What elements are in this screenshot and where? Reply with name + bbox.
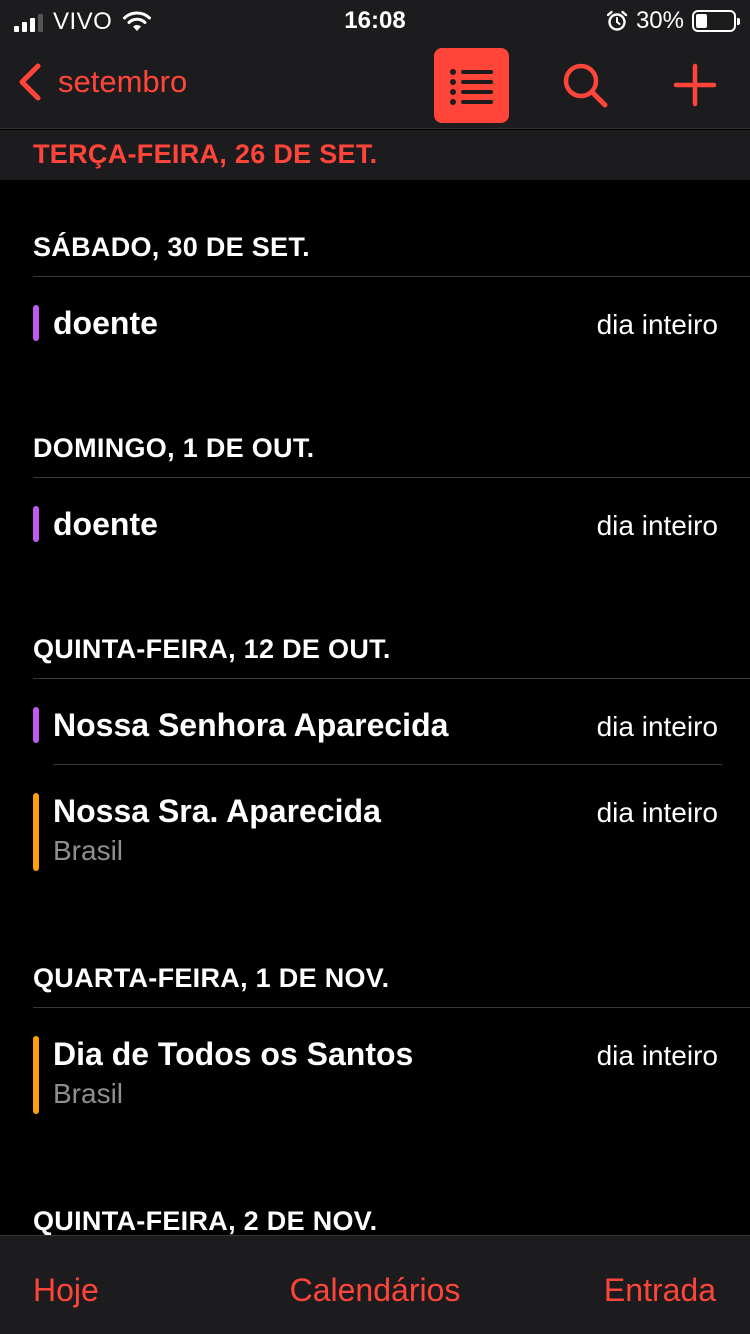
list-view-button[interactable] (434, 48, 509, 123)
event-time: dia inteiro (596, 1040, 718, 1071)
event-time: dia inteiro (596, 309, 718, 340)
calendar-color-bar (33, 305, 39, 341)
section-header: QUARTA-FEIRA, 1 DE NOV. (33, 963, 390, 993)
list-icon (449, 68, 493, 105)
back-button[interactable]: setembro (16, 62, 187, 102)
back-button-label: setembro (58, 64, 188, 99)
event-row[interactable]: Dia de Todos os Santos Brasil dia inteiro (33, 1036, 718, 1114)
event-time: dia inteiro (596, 711, 718, 742)
event-title: doente (53, 305, 158, 341)
alarm-icon (606, 10, 628, 31)
event-title: Nossa Sra. Aparecida (53, 793, 381, 829)
battery-fill (696, 14, 707, 28)
add-event-icon[interactable] (670, 60, 720, 110)
chevron-left-icon (19, 63, 41, 101)
event-title: Nossa Senhora Aparecida (53, 707, 449, 743)
event-row[interactable]: Nossa Senhora Aparecida dia inteiro (33, 707, 718, 743)
section-divider (33, 276, 750, 277)
current-date-header[interactable]: TERÇA-FEIRA, 26 DE SET. (0, 130, 750, 180)
tab-bar: Hoje Calendários Entrada (0, 1235, 750, 1334)
event-calendar-name: Brasil (53, 835, 124, 866)
section-header: SÁBADO, 30 DE SET. (33, 232, 310, 262)
current-date-label: TERÇA-FEIRA, 26 DE SET. (33, 139, 378, 169)
calendar-color-bar (33, 506, 39, 542)
event-title: Dia de Todos os Santos (53, 1036, 414, 1072)
status-right: 30% (606, 7, 740, 35)
inbox-button[interactable]: Entrada (604, 1272, 716, 1309)
event-row[interactable]: Nossa Sra. Aparecida Brasil dia inteiro (33, 793, 718, 871)
event-divider (53, 764, 722, 765)
event-time: dia inteiro (596, 510, 718, 541)
section-header: DOMINGO, 1 DE OUT. (33, 433, 315, 463)
section-divider (33, 1007, 750, 1008)
section-divider (33, 678, 750, 679)
event-time: dia inteiro (596, 797, 718, 828)
search-icon[interactable] (560, 60, 610, 110)
calendar-color-bar (33, 1036, 39, 1114)
section-header: QUINTA-FEIRA, 12 DE OUT. (33, 634, 391, 664)
status-bar: VIVO 16:08 30% (0, 0, 750, 40)
event-row[interactable]: doente dia inteiro (33, 506, 718, 542)
section-header: QUINTA-FEIRA, 2 DE NOV. (33, 1206, 378, 1235)
section-divider (33, 477, 750, 478)
battery-percent: 30% (635, 7, 684, 34)
battery-icon (692, 10, 740, 32)
navigation-bar: setembro (0, 40, 750, 129)
event-calendar-name: Brasil (53, 1078, 124, 1109)
calendar-color-bar (33, 707, 39, 743)
event-title: doente (53, 506, 158, 542)
calendar-color-bar (33, 793, 39, 871)
event-row[interactable]: doente dia inteiro (33, 305, 718, 341)
event-list[interactable]: SÁBADO, 30 DE SET. doente dia inteiro DOMIN… (0, 180, 750, 1235)
